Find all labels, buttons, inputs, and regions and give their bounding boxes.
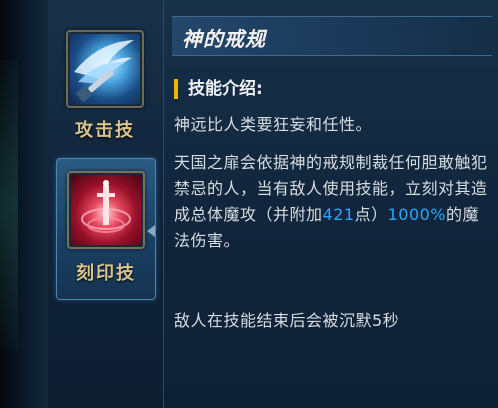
skill-flavor-text: 神远比人类要狂妄和任性。 xyxy=(174,115,373,134)
red-sword-seal-icon xyxy=(67,171,145,249)
skill-item-attack[interactable]: 攻击技 xyxy=(60,30,150,142)
ice-sword-icon xyxy=(66,30,144,108)
background-left-panel xyxy=(0,0,48,408)
skill-list: 攻击技 刻印技 xyxy=(48,0,164,408)
skill-title-bar: 神的戒规 xyxy=(172,16,492,56)
effect-value-flat: 421 xyxy=(322,205,355,224)
skill-item-seal[interactable]: 刻印技 xyxy=(56,158,156,300)
skill-silence-text: 敌人在技能结束后会被沉默5秒 xyxy=(174,311,400,330)
background-glow xyxy=(0,60,18,350)
skill-name-seal: 刻印技 xyxy=(76,263,136,284)
selection-arrow-icon xyxy=(147,225,155,237)
effect-value-percent: 1000% xyxy=(387,205,446,224)
section-heading: 技能介绍: xyxy=(174,79,263,99)
skill-effect-text: 天国之扉会依据神的戒规制裁任何胆敢触犯禁忌的人，当有敌人使用技能，立刻对其造成总… xyxy=(174,150,492,254)
skill-title: 神的戒规 xyxy=(182,27,266,51)
skill-detail-panel: 神的戒规 技能介绍: 神远比人类要狂妄和任性。 天国之扉会依据神的戒规制裁任何胆… xyxy=(164,0,498,408)
skill-name-attack: 攻击技 xyxy=(75,120,135,141)
effect-text-part2: 点） xyxy=(354,205,388,224)
